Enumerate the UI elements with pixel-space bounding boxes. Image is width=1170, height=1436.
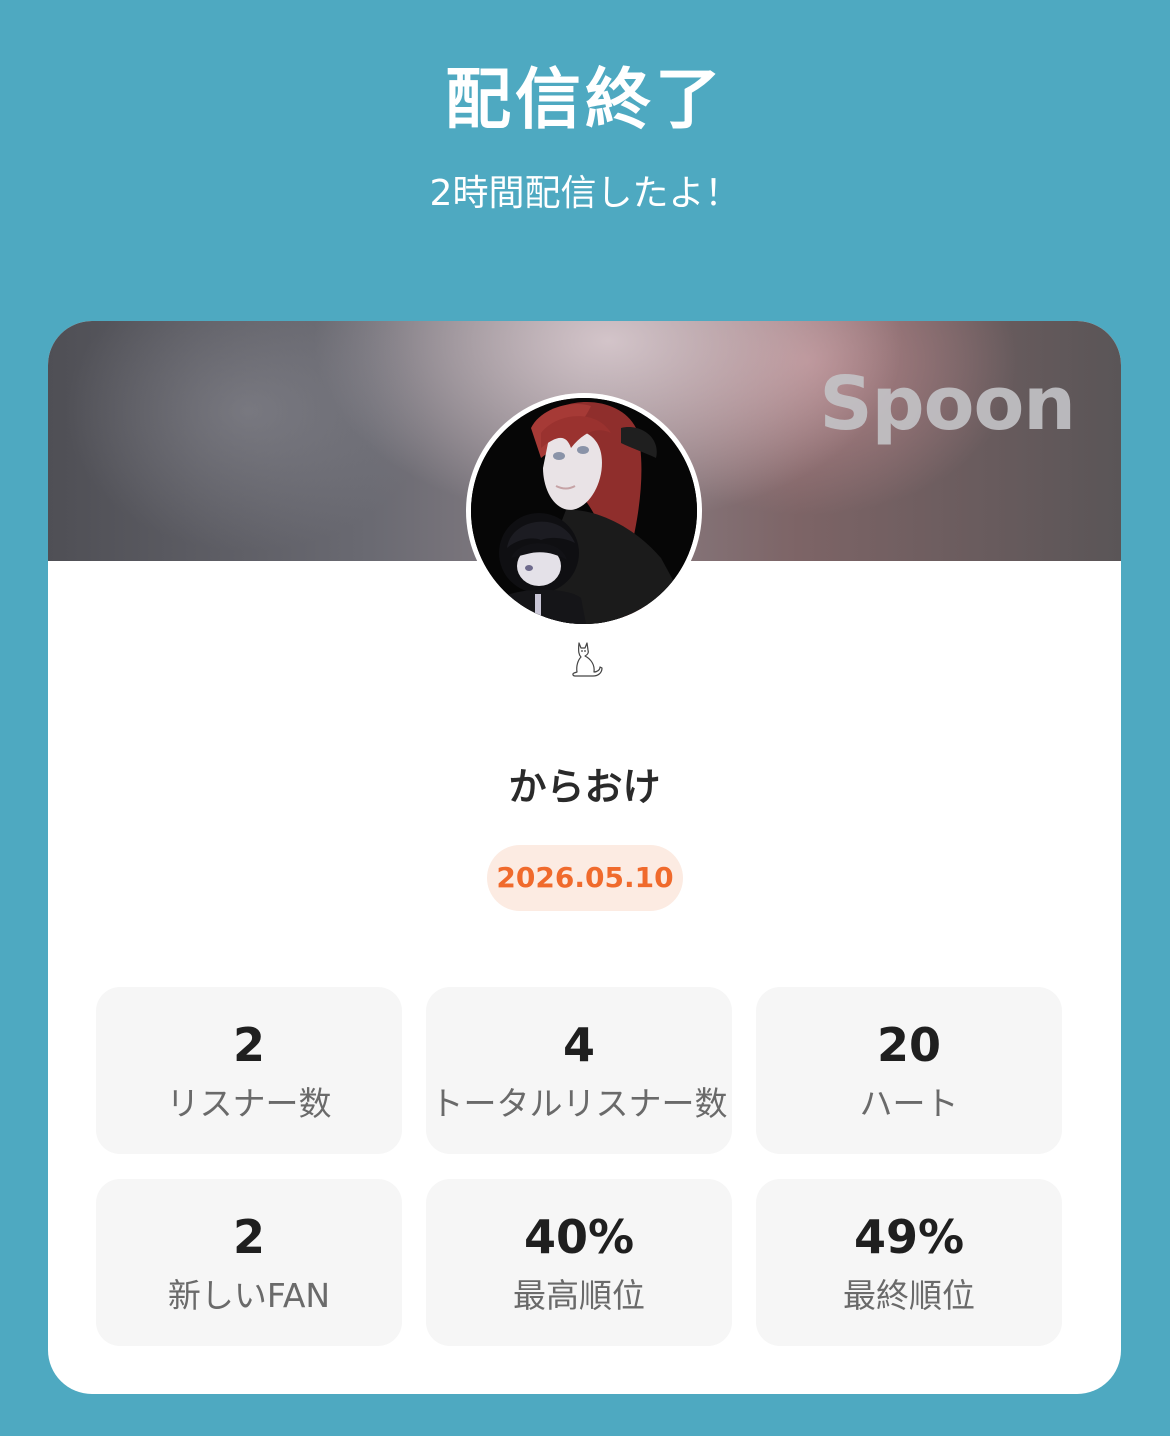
profile-avatar[interactable]	[466, 393, 702, 629]
stat-value: 2	[232, 1210, 265, 1264]
stat-value: 40%	[523, 1210, 635, 1264]
stat-label: 新しいFAN	[167, 1276, 331, 1315]
stat-listeners: 2 リスナー数	[96, 987, 402, 1154]
stat-label: ハート	[859, 1084, 959, 1123]
stat-value: 4	[562, 1018, 595, 1072]
cat-icon	[572, 642, 603, 677]
stat-value: 49%	[853, 1210, 965, 1264]
brand-logo: Spoon	[819, 361, 1076, 447]
stat-value: 20	[876, 1018, 941, 1072]
stat-label: 最高順位	[513, 1276, 645, 1315]
stat-new-fans: 2 新しいFAN	[96, 1179, 402, 1346]
stat-total-listeners: 4 トータルリスナー数	[426, 987, 732, 1154]
streamer-name: からおけ	[508, 765, 661, 809]
stat-value: 2	[232, 1018, 265, 1072]
stream-date-badge: 2026.05.10	[487, 845, 683, 911]
avatar-image	[471, 398, 697, 624]
stat-label: リスナー数	[166, 1084, 332, 1123]
stat-final-rank: 49% 最終順位	[756, 1179, 1062, 1346]
stat-highest-rank: 40% 最高順位	[426, 1179, 732, 1346]
stats-grid: 2 リスナー数 4 トータルリスナー数 20 ハート 2 新しいFAN 40% …	[96, 987, 1063, 1346]
page-title: 配信終了	[445, 61, 725, 138]
stat-label: 最終順位	[843, 1276, 975, 1315]
summary-card: Spoon からおけ 2026.05.10 2 リスナー数 4 トータルリスナー…	[48, 321, 1121, 1394]
stat-label: トータルリスナー数	[430, 1084, 728, 1123]
stat-hearts: 20 ハート	[756, 987, 1062, 1154]
page-subtitle: 2時間配信したよ！	[429, 173, 741, 214]
avatar-illustration	[471, 398, 697, 624]
